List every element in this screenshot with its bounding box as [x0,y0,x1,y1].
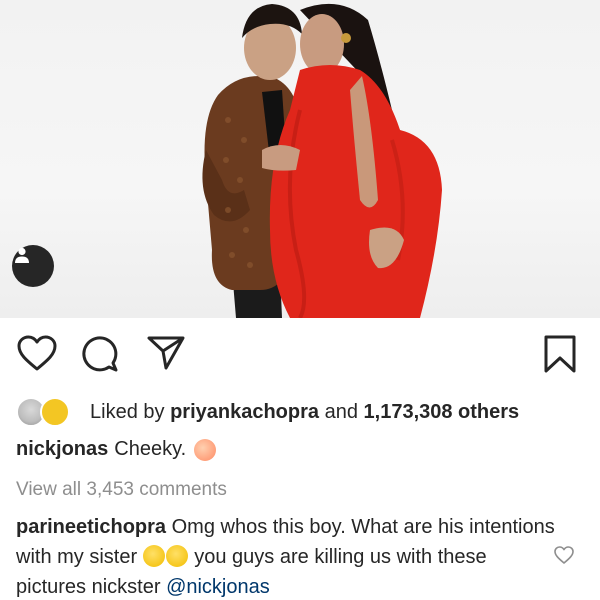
post-photo[interactable] [0,0,600,318]
liker-avatars [16,395,82,429]
avatar [40,397,70,427]
comment-item: parineetichopra Omg whos this boy. What … [16,512,556,600]
laughing-emoji-icon [165,545,188,567]
bookmark-icon[interactable] [542,334,578,374]
comment-username[interactable]: parineetichopra [16,516,166,538]
couple-illustration [202,3,442,318]
view-all-comments-link[interactable]: View all 3,453 comments [16,479,227,501]
liked-by-user-link[interactable]: priyankachopra [170,401,319,423]
caption-text: Cheeky. [114,438,187,460]
peach-emoji-icon [194,438,217,461]
action-bar [0,318,600,388]
liked-by-label: Liked by [90,400,165,423]
caption-username[interactable]: nickjonas [16,438,108,461]
paper-plane-icon[interactable] [146,334,186,372]
smiling-hearts-emoji-icon [142,545,165,567]
comment-mention-link[interactable]: @nickjonas [166,576,270,598]
liked-by-others-link[interactable]: 1,173,308 others [364,401,520,423]
user-tag-icon[interactable] [12,245,54,287]
likes-summary: Liked by priyankachopra and 1,173,308 ot… [90,401,519,424]
heart-outline-icon[interactable] [16,334,58,372]
likes-row[interactable]: Liked by priyankachopra and 1,173,308 ot… [16,394,519,430]
comment-bubble-icon[interactable] [80,334,120,374]
small-heart-icon[interactable] [553,545,575,565]
liked-by-and: and [324,400,358,423]
post-caption: nickjonas Cheeky. [16,438,217,461]
